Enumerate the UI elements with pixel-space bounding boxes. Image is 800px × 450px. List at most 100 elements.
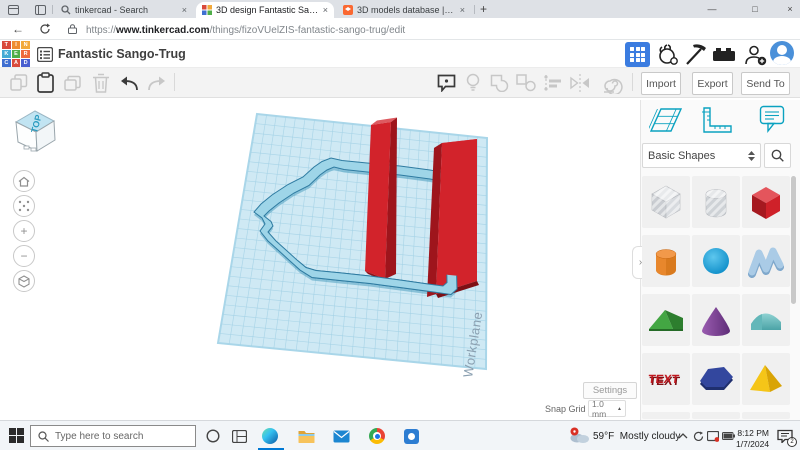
tinkercad-logo[interactable]: T I N K E R C A D	[2, 41, 30, 67]
shape-cylinder-orange[interactable]	[642, 235, 690, 287]
refresh-icon[interactable]	[39, 23, 51, 35]
fit-view-button[interactable]	[13, 195, 35, 217]
group-icon[interactable]	[490, 74, 509, 92]
notes-icon[interactable]	[437, 73, 456, 92]
zoom-in-button[interactable]: +	[13, 220, 35, 242]
browser-tabstrip: tinkercad - Search × 3D design Fantastic…	[0, 0, 800, 18]
tray-snip-icon[interactable]	[707, 431, 719, 442]
view-cube[interactable]: TOP	[12, 106, 62, 158]
ruler-icon[interactable]	[602, 73, 623, 94]
window-minimize-button[interactable]: —	[697, 0, 727, 18]
zoom-out-button[interactable]: −	[13, 245, 35, 267]
design-menu-icon[interactable]	[37, 47, 53, 62]
shape-tile-partial[interactable]	[692, 412, 740, 419]
snap-grid-dropdown[interactable]: 1.0 mm ▲	[588, 400, 626, 417]
duplicate-icon[interactable]	[64, 74, 84, 92]
shape-tile-partial[interactable]	[742, 412, 790, 419]
copy-icon[interactable]	[10, 74, 28, 92]
window-close-button[interactable]: ×	[775, 0, 800, 18]
ruler-tool-icon[interactable]	[702, 106, 733, 134]
tab-close-icon[interactable]: ×	[182, 6, 187, 15]
back-icon[interactable]: ←	[12, 22, 24, 36]
clock-date: 1/7/2024	[736, 439, 769, 450]
notes-tool-icon[interactable]	[759, 105, 785, 135]
edge-taskbar-icon[interactable]	[261, 427, 279, 445]
file-explorer-icon[interactable]	[297, 427, 315, 445]
tab-tinkercad-design[interactable]: 3D design Fantastic Sango-Trug | ×	[196, 2, 334, 18]
workplane-tool-icon[interactable]	[649, 104, 683, 135]
shape-category-select[interactable]: Basic Shapes	[642, 143, 761, 168]
show-all-icon[interactable]	[464, 73, 482, 92]
settings-button[interactable]: Settings	[583, 382, 637, 399]
design-title[interactable]: Fantastic Sango-Trug	[58, 47, 186, 61]
lock-icon[interactable]	[68, 24, 77, 34]
task-view-icon[interactable]	[230, 427, 248, 445]
shape-round-roof-teal[interactable]	[742, 294, 790, 346]
caret-up-icon: ▲	[617, 406, 622, 412]
user-avatar[interactable]	[770, 41, 794, 65]
editor-3d-button[interactable]	[625, 42, 650, 67]
search-icon	[38, 431, 49, 442]
lego-brick-icon[interactable]	[712, 47, 736, 62]
import-button[interactable]: Import	[641, 72, 681, 95]
invite-person-icon[interactable]	[744, 44, 768, 66]
sim-lab-icon[interactable]	[656, 43, 679, 66]
chrome-icon[interactable]	[368, 427, 386, 445]
vertical-tabs-icon[interactable]	[35, 5, 46, 15]
logo-letter: C	[2, 59, 11, 67]
home-view-button[interactable]	[13, 170, 35, 192]
blue-app-icon[interactable]	[402, 427, 420, 445]
shape-scribble[interactable]	[742, 235, 790, 287]
delete-icon[interactable]	[92, 73, 110, 93]
url-text[interactable]: https://www.tinkercad.com/things/fizoVUe…	[86, 25, 405, 36]
canvas-3d-viewport[interactable]: Workplane	[0, 100, 640, 420]
logo-letter: K	[2, 50, 11, 58]
shape-tile-partial[interactable]	[642, 412, 690, 419]
mail-icon[interactable]	[332, 427, 350, 445]
tray-update-icon[interactable]	[693, 431, 704, 442]
tab-separator	[52, 5, 53, 14]
shape-polygon-navy[interactable]	[692, 353, 740, 405]
red-wall-right[interactable]	[427, 139, 479, 298]
toolbar-separator	[174, 73, 175, 91]
taskbar-clock[interactable]: 8:12 PM 1/7/2024	[736, 428, 769, 449]
perspective-toggle-button[interactable]	[13, 270, 35, 292]
redo-icon[interactable]	[147, 76, 167, 91]
cortana-icon[interactable]	[204, 427, 222, 445]
align-icon[interactable]	[543, 74, 564, 92]
weather-icon[interactable]	[568, 427, 590, 444]
printables-favicon	[343, 5, 353, 15]
undo-icon[interactable]	[119, 76, 139, 91]
ungroup-icon[interactable]	[516, 74, 537, 92]
new-tab-button[interactable]: +	[480, 2, 487, 16]
start-button-icon[interactable]	[9, 428, 24, 443]
shape-roof-green[interactable]	[642, 294, 690, 346]
tray-expand-icon[interactable]	[678, 433, 688, 439]
shape-sphere-blue[interactable]	[692, 235, 740, 287]
shape-box-transparent[interactable]	[642, 176, 690, 228]
tab-printables[interactable]: 3D models database | Printables ×	[337, 2, 471, 18]
export-button[interactable]: Export	[692, 72, 733, 95]
panel-scrollbar[interactable]	[791, 176, 796, 304]
shape-cylinder-transparent[interactable]	[692, 176, 740, 228]
send-to-button[interactable]: Send To	[741, 72, 790, 95]
tab-close-icon[interactable]: ×	[323, 6, 328, 15]
shape-cone-purple[interactable]	[692, 294, 740, 346]
weather-text[interactable]: 59°F Mostly cloudy	[593, 431, 680, 442]
home-icon	[18, 176, 30, 187]
notification-count-badge: 2	[787, 437, 797, 447]
logo-letter: D	[21, 59, 30, 67]
mirror-icon[interactable]	[570, 74, 590, 92]
minecraft-pickaxe-icon[interactable]	[684, 43, 708, 65]
paste-icon[interactable]	[36, 72, 55, 93]
battery-icon[interactable]	[722, 432, 735, 440]
shape-search-button[interactable]	[764, 143, 791, 168]
shape-text-red[interactable]: TEXT TEXT	[642, 353, 690, 405]
tab-actions-icon[interactable]	[8, 5, 19, 15]
shape-box-red[interactable]	[742, 176, 790, 228]
tab-close-icon[interactable]: ×	[460, 6, 465, 15]
tab-search[interactable]: tinkercad - Search ×	[55, 2, 193, 18]
taskbar-search-input[interactable]: Type here to search	[30, 425, 196, 447]
shape-pyramid-yellow[interactable]	[742, 353, 790, 405]
window-maximize-button[interactable]: □	[740, 0, 770, 18]
